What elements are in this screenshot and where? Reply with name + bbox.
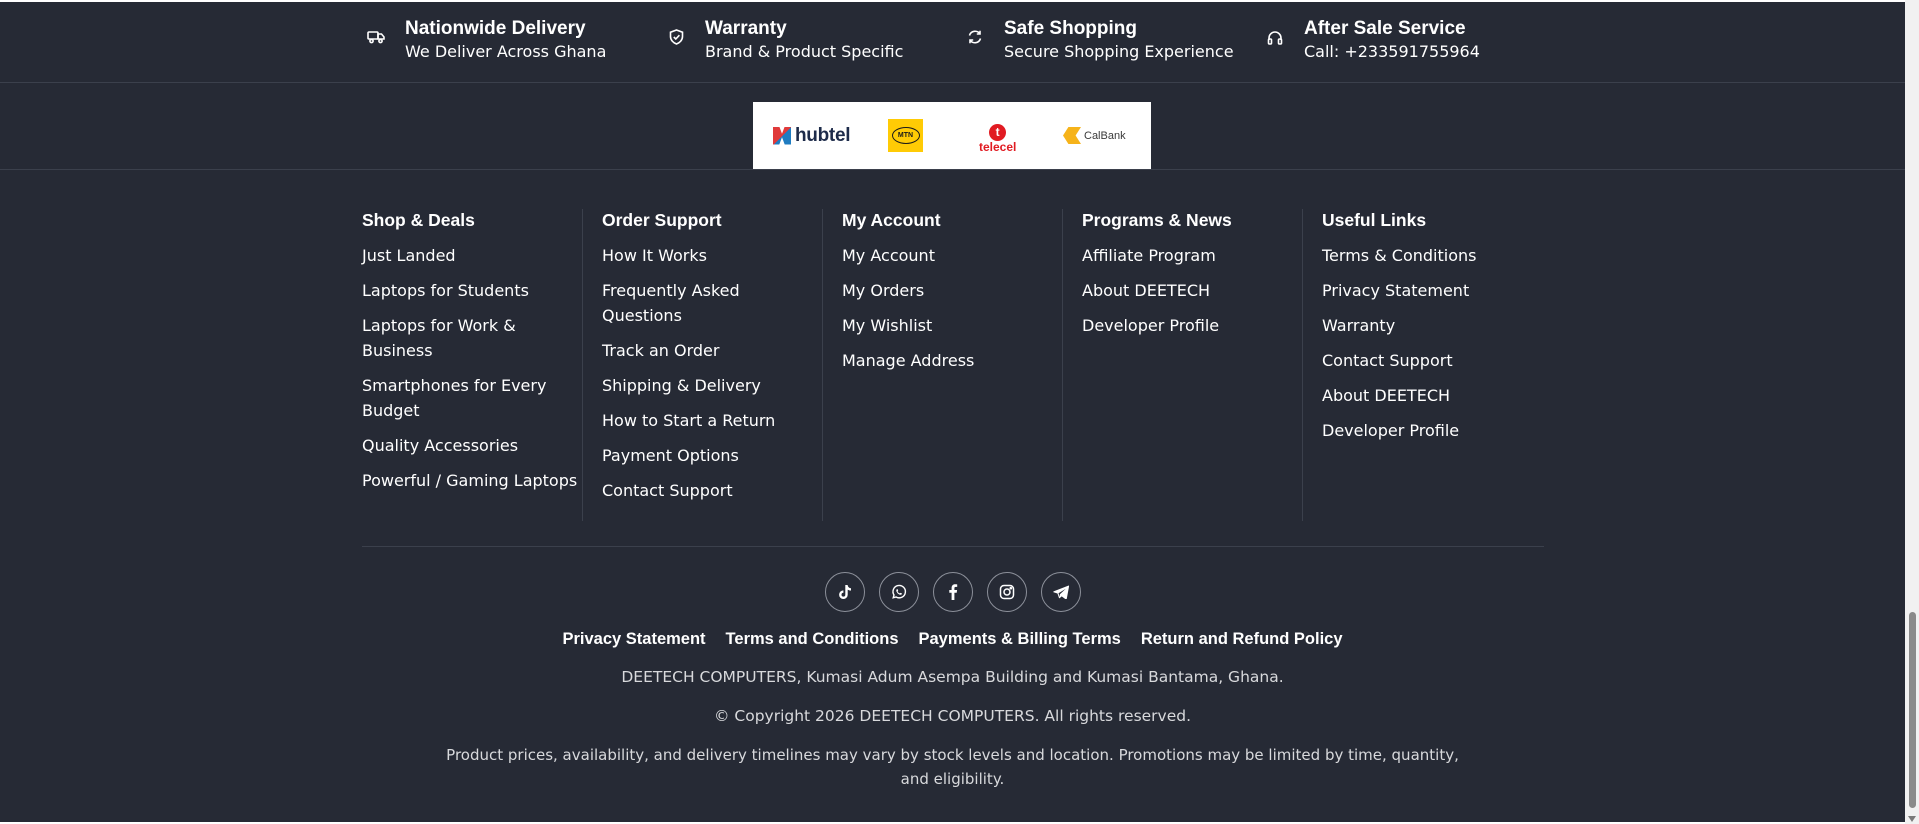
footer-link[interactable]: Frequently Asked Questions [602,278,818,328]
mtn-logo: MTN [888,102,923,169]
feature-subtitle: We Deliver Across Ghana [405,42,607,61]
footer-link[interactable]: How to Start a Return [602,408,818,433]
feature-title: Safe Shopping [1004,18,1137,39]
footer-divider [362,546,1544,547]
footer-link[interactable]: Developer Profile [1082,313,1298,338]
return-refund-policy-link[interactable]: Return and Refund Policy [1141,628,1343,650]
column-shop-deals: Shop & Deals Just Landed Laptops for Stu… [362,209,578,519]
scroll-down-arrow-icon[interactable] [1908,816,1916,822]
footer-link[interactable]: Laptops for Work & Business [362,313,578,363]
column-title: Order Support [602,210,722,230]
hubtel-mark-icon [773,126,791,145]
column-title: My Account [842,210,941,230]
column-useful-links: Useful Links Terms & Conditions Privacy … [1302,209,1538,521]
footer-link[interactable]: Smartphones for Every Budget [362,373,578,423]
social-links [825,572,1081,612]
footer-link[interactable]: My Wishlist [842,313,1058,338]
telecel-wordmark: telecel [979,139,1017,154]
page-scrollbar[interactable] [1905,0,1919,824]
telecel-logo: t telecel [979,102,1016,169]
instagram-icon[interactable] [987,572,1027,612]
footer-link[interactable]: Contact Support [602,478,818,503]
refresh-icon [964,26,986,48]
payments-billing-terms-link[interactable]: Payments & Billing Terms [919,628,1121,650]
copyright-notice: © Copyright 2026 DEETECH COMPUTERS. All … [713,707,1192,725]
footer-link[interactable]: Just Landed [362,243,578,268]
column-programs-news: Programs & News Affiliate Program About … [1062,209,1298,521]
footer-link-columns: Shop & Deals Just Landed Laptops for Stu… [362,205,1562,521]
telegram-icon[interactable] [1041,572,1081,612]
legal-links: Privacy Statement Terms and Conditions P… [0,628,1905,650]
footer-link[interactable]: How It Works [602,243,818,268]
telecel-mark-icon: t [989,123,1007,141]
calbank-logo: CalBank [1063,102,1126,169]
footer-link[interactable]: About DEETECH [1082,278,1298,303]
footer-link[interactable]: Track an Order [602,338,818,363]
tiktok-icon[interactable] [825,572,865,612]
headphones-icon [1264,26,1286,48]
calbank-mark-icon [1063,127,1081,144]
footer-link[interactable]: Laptops for Students [362,278,578,303]
company-address: DEETECH COMPUTERS, Kumasi Adum Asempa Bu… [621,668,1284,686]
footer-link[interactable]: My Account [842,243,1058,268]
payment-partners-logos: hubtel MTN t telecel CalBank [753,102,1151,169]
viewport: Nationwide Delivery We Deliver Across Gh… [0,0,1919,824]
feature-subtitle: Brand & Product Specific [705,42,904,61]
feature-title: Warranty [705,18,787,39]
footer-link[interactable]: Affiliate Program [1082,243,1298,268]
mtn-mark-icon: MTN [888,119,923,152]
hubtel-wordmark: hubtel [795,124,851,146]
calbank-wordmark: CalBank [1084,129,1126,142]
column-order-support: Order Support How It Works Frequently As… [582,209,818,521]
footer-link[interactable]: Privacy Statement [1322,278,1538,303]
footer-link[interactable]: Payment Options [602,443,818,468]
feature-safe-shopping: Safe Shopping Secure Shopping Experience [964,18,1234,63]
features-strip: Nationwide Delivery We Deliver Across Gh… [0,2,1905,83]
column-title: Shop & Deals [362,210,475,230]
footer-link[interactable]: Terms & Conditions [1322,243,1538,268]
column-title: Useful Links [1322,210,1427,230]
terms-and-conditions-link[interactable]: Terms and Conditions [726,628,899,650]
feature-nationwide-delivery: Nationwide Delivery We Deliver Across Gh… [365,18,606,63]
footer-link[interactable]: Quality Accessories [362,433,578,458]
mtn-wordmark: MTN [891,127,920,144]
feature-after-sale-service: After Sale Service Call: +233591755964 [1264,18,1480,63]
footer-link[interactable]: Contact Support [1322,348,1538,373]
feature-subtitle: Call: +233591755964 [1304,42,1480,61]
feature-title: Nationwide Delivery [405,18,586,39]
scrollbar-thumb[interactable] [1909,612,1916,808]
footer-link[interactable]: Shipping & Delivery [602,373,818,398]
whatsapp-icon[interactable] [879,572,919,612]
shield-check-icon [665,26,687,48]
site-footer: Nationwide Delivery We Deliver Across Gh… [0,2,1905,822]
footer-link[interactable]: Developer Profile [1322,418,1538,443]
footer-link[interactable]: Manage Address [842,348,1058,373]
truck-icon [365,26,387,48]
column-title: Programs & News [1082,210,1232,230]
privacy-statement-link[interactable]: Privacy Statement [562,628,705,650]
pricing-disclaimer: Product prices, availability, and delive… [446,746,1459,788]
hubtel-logo: hubtel [773,102,851,169]
feature-subtitle: Secure Shopping Experience [1004,42,1234,61]
footer-link[interactable]: Warranty [1322,313,1538,338]
payment-partners-band: hubtel MTN t telecel CalBank [0,83,1905,170]
footer-link[interactable]: Powerful / Gaming Laptops [362,468,578,493]
column-my-account: My Account My Account My Orders My Wishl… [822,209,1058,521]
facebook-icon[interactable] [933,572,973,612]
feature-warranty: Warranty Brand & Product Specific [665,18,903,63]
footer-link[interactable]: My Orders [842,278,1058,303]
feature-title: After Sale Service [1304,18,1466,39]
footer-link[interactable]: About DEETECH [1322,383,1538,408]
